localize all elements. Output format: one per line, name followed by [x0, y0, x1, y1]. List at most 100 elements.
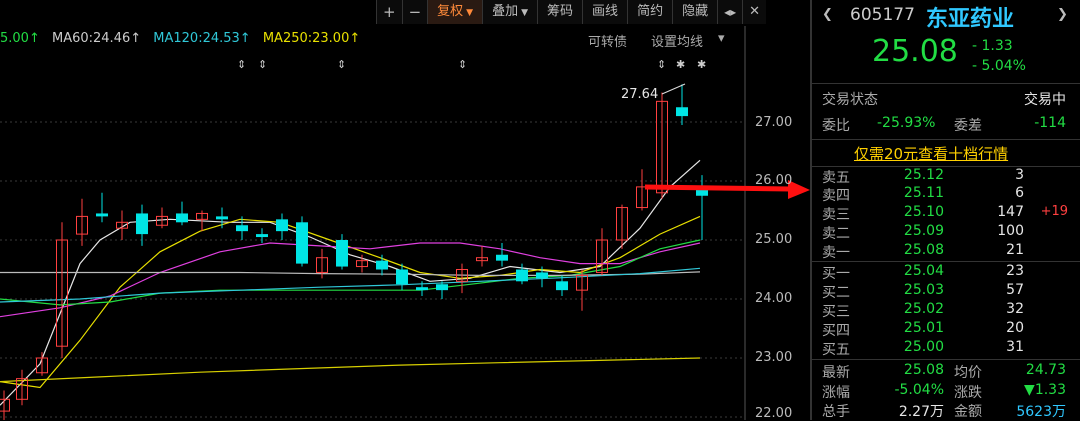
bid-price: 25.00	[903, 339, 944, 355]
bid-label: 买二	[822, 285, 850, 301]
candle-body	[536, 272, 548, 279]
order-diff-value: -114	[1034, 115, 1066, 131]
candle	[36, 352, 48, 376]
stock-name: 东亚药业	[926, 7, 1015, 32]
candle-body	[296, 222, 308, 264]
candle-body	[376, 260, 388, 270]
stat-label: 金额	[954, 404, 982, 420]
event-marker: ⇕	[657, 58, 666, 71]
candle	[76, 198, 88, 246]
bid-label: 买四	[822, 323, 850, 339]
event-markers: ⇕ ⇕ ⇕ ⇕ ⇕ ✱ ✱	[237, 58, 706, 71]
candle-body	[556, 281, 568, 291]
ask-price: 25.11	[903, 185, 944, 201]
candle-body	[396, 269, 408, 285]
stat-value: 24.73	[1025, 362, 1066, 378]
bid-label: 买一	[822, 266, 850, 282]
candle	[656, 92, 668, 199]
candle-body	[276, 219, 288, 232]
y-axis-label: 24.00	[755, 291, 793, 306]
ask-price: 25.08	[903, 242, 944, 258]
stat-label: 涨幅	[822, 385, 850, 401]
candle	[0, 390, 10, 420]
back-icon[interactable]: ❮	[822, 7, 833, 22]
candle	[556, 275, 568, 297]
ask-label: 卖五	[822, 170, 850, 186]
ask-price: 25.09	[903, 223, 944, 239]
candle-body	[516, 269, 528, 282]
ask-volume: 100	[997, 223, 1024, 239]
stat-value: ▼1.33	[1024, 382, 1066, 398]
candle	[56, 222, 68, 358]
ma-line	[0, 357, 701, 383]
bid-price: 25.04	[903, 263, 944, 279]
candle	[276, 213, 288, 240]
price-change: - 1.33	[972, 38, 1013, 54]
ma-line	[0, 242, 701, 318]
level2-promo-link[interactable]: 仅需20元查看十档行情	[854, 143, 1008, 164]
candle-body	[416, 287, 428, 291]
candle	[216, 207, 228, 229]
order-diff-label: 委差	[954, 118, 982, 134]
candle-body	[496, 254, 508, 261]
trade-status-value: 交易中	[1024, 92, 1066, 108]
quote-panel: ❮ 605177 东亚药业 ❯ 25.08 - 1.33 - 5.04% 交易状…	[810, 0, 1080, 420]
divider	[812, 166, 1080, 167]
ma-line	[0, 159, 701, 406]
candle	[436, 281, 448, 299]
ask-price: 25.12	[903, 167, 944, 183]
bid-volume: 32	[1006, 301, 1024, 317]
kline-chart[interactable]: ⇕ ⇕ ⇕ ⇕ ⇕ ✱ ✱ 27.64	[0, 0, 810, 420]
candle	[156, 207, 168, 229]
y-axis-label: 22.00	[755, 406, 793, 421]
divider	[812, 261, 1080, 262]
candle	[16, 369, 28, 406]
candle-body	[256, 234, 268, 238]
candle	[376, 254, 388, 276]
divider	[812, 139, 1080, 140]
candle	[576, 269, 588, 311]
high-marker-label: 27.64	[621, 87, 658, 102]
forward-icon[interactable]: ❯	[1057, 7, 1068, 22]
ask-volume-delta: +19	[1040, 204, 1068, 219]
stat-value: 5623万	[1016, 404, 1066, 420]
order-ratio-label: 委比	[822, 118, 850, 134]
event-marker: ⇕	[458, 58, 467, 71]
stat-value: 2.27万	[898, 404, 944, 420]
y-axis-label: 27.00	[755, 115, 793, 130]
event-marker: ⇕	[337, 58, 346, 71]
candle-body	[176, 213, 188, 223]
ma-line	[0, 271, 701, 276]
candle	[516, 263, 528, 285]
ask-volume: 147	[997, 204, 1024, 220]
candle-body	[96, 213, 108, 217]
candle	[696, 175, 708, 240]
divider	[812, 359, 1080, 360]
trade-status-label: 交易状态	[822, 92, 878, 108]
candle	[676, 84, 688, 125]
candle-body	[336, 240, 348, 267]
event-marker: ⇕	[258, 58, 267, 71]
y-axis-label: 26.00	[755, 173, 793, 188]
candle	[496, 242, 508, 267]
candle-body	[136, 213, 148, 235]
bid-volume: 57	[1006, 282, 1024, 298]
candle-body	[216, 216, 228, 220]
ask-price: 25.10	[903, 204, 944, 220]
candle	[176, 201, 188, 226]
event-marker: ✱	[676, 58, 685, 71]
bid-price: 25.01	[903, 320, 944, 336]
stat-value: -5.04%	[894, 382, 944, 398]
bid-label: 买五	[822, 342, 850, 358]
stat-value: 25.08	[903, 362, 944, 378]
current-price: 25.08	[872, 34, 958, 69]
ask-label: 卖二	[822, 226, 850, 242]
order-ratio-value: -25.93%	[877, 115, 936, 131]
event-marker: ⇕	[237, 58, 246, 71]
candle-body	[236, 225, 248, 232]
divider	[812, 83, 1080, 84]
ask-label: 卖三	[822, 207, 850, 223]
ask-volume: 3	[1015, 167, 1024, 183]
y-axis-label: 25.00	[755, 232, 793, 247]
stock-code: 605177	[850, 5, 915, 25]
